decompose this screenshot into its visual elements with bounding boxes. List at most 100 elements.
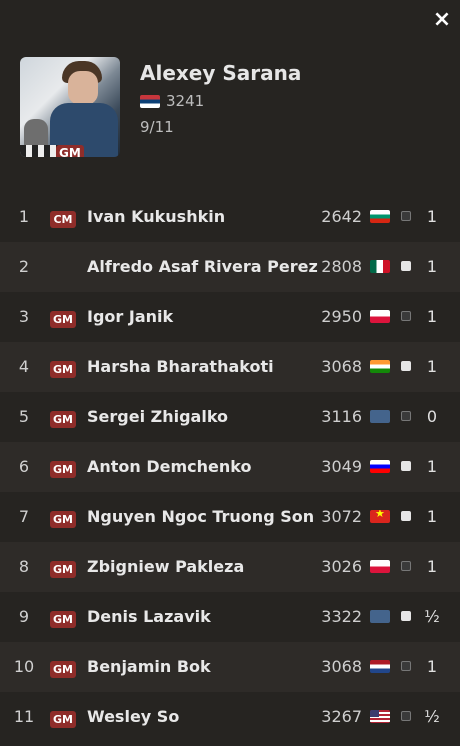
title-badge: CM <box>50 211 76 228</box>
round-number: 9 <box>18 607 30 626</box>
opponent-name[interactable]: Ivan Kukushkin <box>87 207 225 226</box>
round-number: 2 <box>18 257 30 276</box>
white-piece-color-icon <box>401 461 411 471</box>
blank-flag-icon <box>370 610 390 623</box>
serbia-flag-icon <box>140 94 160 108</box>
round-number: 6 <box>18 457 30 476</box>
opponent-row[interactable]: 1 CM Ivan Kukushkin 2642 1 <box>0 192 460 242</box>
game-result: 1 <box>426 507 438 526</box>
title-badge-wrap: CM <box>50 208 76 228</box>
white-piece-color-icon <box>401 361 411 371</box>
opponent-row[interactable]: 4 GM Harsha Bharathakoti 3068 1 <box>0 342 460 392</box>
title-badge: GM <box>50 561 76 578</box>
game-result: 0 <box>426 407 438 426</box>
player-profile: GM Alexey Sarana 3241 9/11 <box>20 57 440 157</box>
opponent-name[interactable]: Anton Demchenko <box>87 457 252 476</box>
opponent-name[interactable]: Harsha Bharathakoti <box>87 357 274 376</box>
game-result: 1 <box>426 657 438 676</box>
black-piece-color-icon <box>401 661 411 671</box>
title-badge-wrap: GM <box>50 458 76 478</box>
title-badge-wrap: GM <box>50 358 76 378</box>
player-name: Alexey Sarana <box>140 61 302 85</box>
title-badge-wrap: GM <box>50 508 76 528</box>
title-badge: GM <box>50 711 76 728</box>
opponent-row[interactable]: 9 GM Denis Lazavik 3322 ½ <box>0 592 460 642</box>
white-piece-color-icon <box>401 611 411 621</box>
round-number: 10 <box>13 657 35 676</box>
usa-flag-icon <box>370 710 390 723</box>
title-badge: GM <box>50 461 76 478</box>
opponent-rating: 3267 <box>321 707 362 726</box>
vietnam-flag-icon <box>370 510 390 523</box>
round-number: 8 <box>18 557 30 576</box>
opponent-rating: 2950 <box>321 307 362 326</box>
opponent-rating: 3049 <box>321 457 362 476</box>
game-result: 1 <box>426 307 438 326</box>
poland-flag-icon <box>370 560 390 573</box>
title-badge: GM <box>50 311 76 328</box>
bulgaria-flag-icon <box>370 210 390 223</box>
game-result: 1 <box>426 457 438 476</box>
opponent-row[interactable]: 7 GM Nguyen Ngoc Truong Son 3072 1 <box>0 492 460 542</box>
title-badge-wrap: GM <box>50 558 76 578</box>
title-badge-wrap: GM <box>50 608 76 628</box>
game-result: 1 <box>426 557 438 576</box>
opponent-rating: 3068 <box>321 657 362 676</box>
title-badge-wrap: GM <box>50 308 76 328</box>
player-rating-row: 3241 <box>140 92 204 110</box>
opponent-name[interactable]: Denis Lazavik <box>87 607 211 626</box>
round-number: 4 <box>18 357 30 376</box>
opponent-rating: 3072 <box>321 507 362 526</box>
round-number: 7 <box>18 507 30 526</box>
black-piece-color-icon <box>401 711 411 721</box>
black-piece-color-icon <box>401 561 411 571</box>
opponent-name[interactable]: Alfredo Asaf Rivera Perez <box>87 257 318 276</box>
opponent-row[interactable]: 8 GM Zbigniew Pakleza 3026 1 <box>0 542 460 592</box>
title-badge: GM <box>50 361 76 378</box>
opponent-name[interactable]: Wesley So <box>87 707 179 726</box>
round-number: 1 <box>18 207 30 226</box>
black-piece-color-icon <box>401 311 411 321</box>
black-piece-color-icon <box>401 411 411 421</box>
opponent-rating: 3322 <box>321 607 362 626</box>
opponent-name[interactable]: Zbigniew Pakleza <box>87 557 244 576</box>
india-flag-icon <box>370 360 390 373</box>
round-number: 5 <box>18 407 30 426</box>
opponent-row[interactable]: 6 GM Anton Demchenko 3049 1 <box>0 442 460 492</box>
title-badge: GM <box>50 611 76 628</box>
opponent-name[interactable]: Nguyen Ngoc Truong Son <box>87 507 314 526</box>
player-avatar: GM <box>20 57 120 157</box>
game-result: ½ <box>424 707 440 726</box>
opponent-rating: 2642 <box>321 207 362 226</box>
opponent-rating: 3068 <box>321 357 362 376</box>
round-number: 3 <box>18 307 30 326</box>
opponent-row[interactable]: 3 GM Igor Janik 2950 1 <box>0 292 460 342</box>
white-piece-color-icon <box>401 511 411 521</box>
title-badge: GM <box>50 411 76 428</box>
game-result: 1 <box>426 207 438 226</box>
close-icon[interactable]: × <box>432 9 452 31</box>
opponent-name[interactable]: Sergei Zhigalko <box>87 407 228 426</box>
mexico-flag-icon <box>370 260 390 273</box>
opponent-row[interactable]: 11 GM Wesley So 3267 ½ <box>0 692 460 742</box>
opponent-rating: 3026 <box>321 557 362 576</box>
title-badge: GM <box>50 661 76 678</box>
opponent-list: 1 CM Ivan Kukushkin 2642 1 2 Alfredo Asaf Rive… <box>0 192 460 742</box>
poland-flag-icon <box>370 310 390 323</box>
opponent-row[interactable]: 5 GM Sergei Zhigalko 3116 0 <box>0 392 460 442</box>
game-result: ½ <box>424 607 440 626</box>
opponent-name[interactable]: Benjamin Bok <box>87 657 211 676</box>
game-result: 1 <box>426 357 438 376</box>
blank-flag-icon <box>370 410 390 423</box>
opponent-row[interactable]: 10 GM Benjamin Bok 3068 1 <box>0 642 460 692</box>
title-badge: GM <box>50 511 76 528</box>
black-piece-color-icon <box>401 211 411 221</box>
opponent-row[interactable]: 2 Alfredo Asaf Rivera Perez 2808 1 <box>0 242 460 292</box>
opponent-name[interactable]: Igor Janik <box>87 307 173 326</box>
title-badge-wrap: GM <box>50 658 76 678</box>
slovenia-flag-icon <box>370 460 390 473</box>
round-number: 11 <box>13 707 35 726</box>
player-rating: 3241 <box>166 92 205 110</box>
opponent-rating: 3116 <box>321 407 362 426</box>
netherlands-flag-icon <box>370 660 390 673</box>
